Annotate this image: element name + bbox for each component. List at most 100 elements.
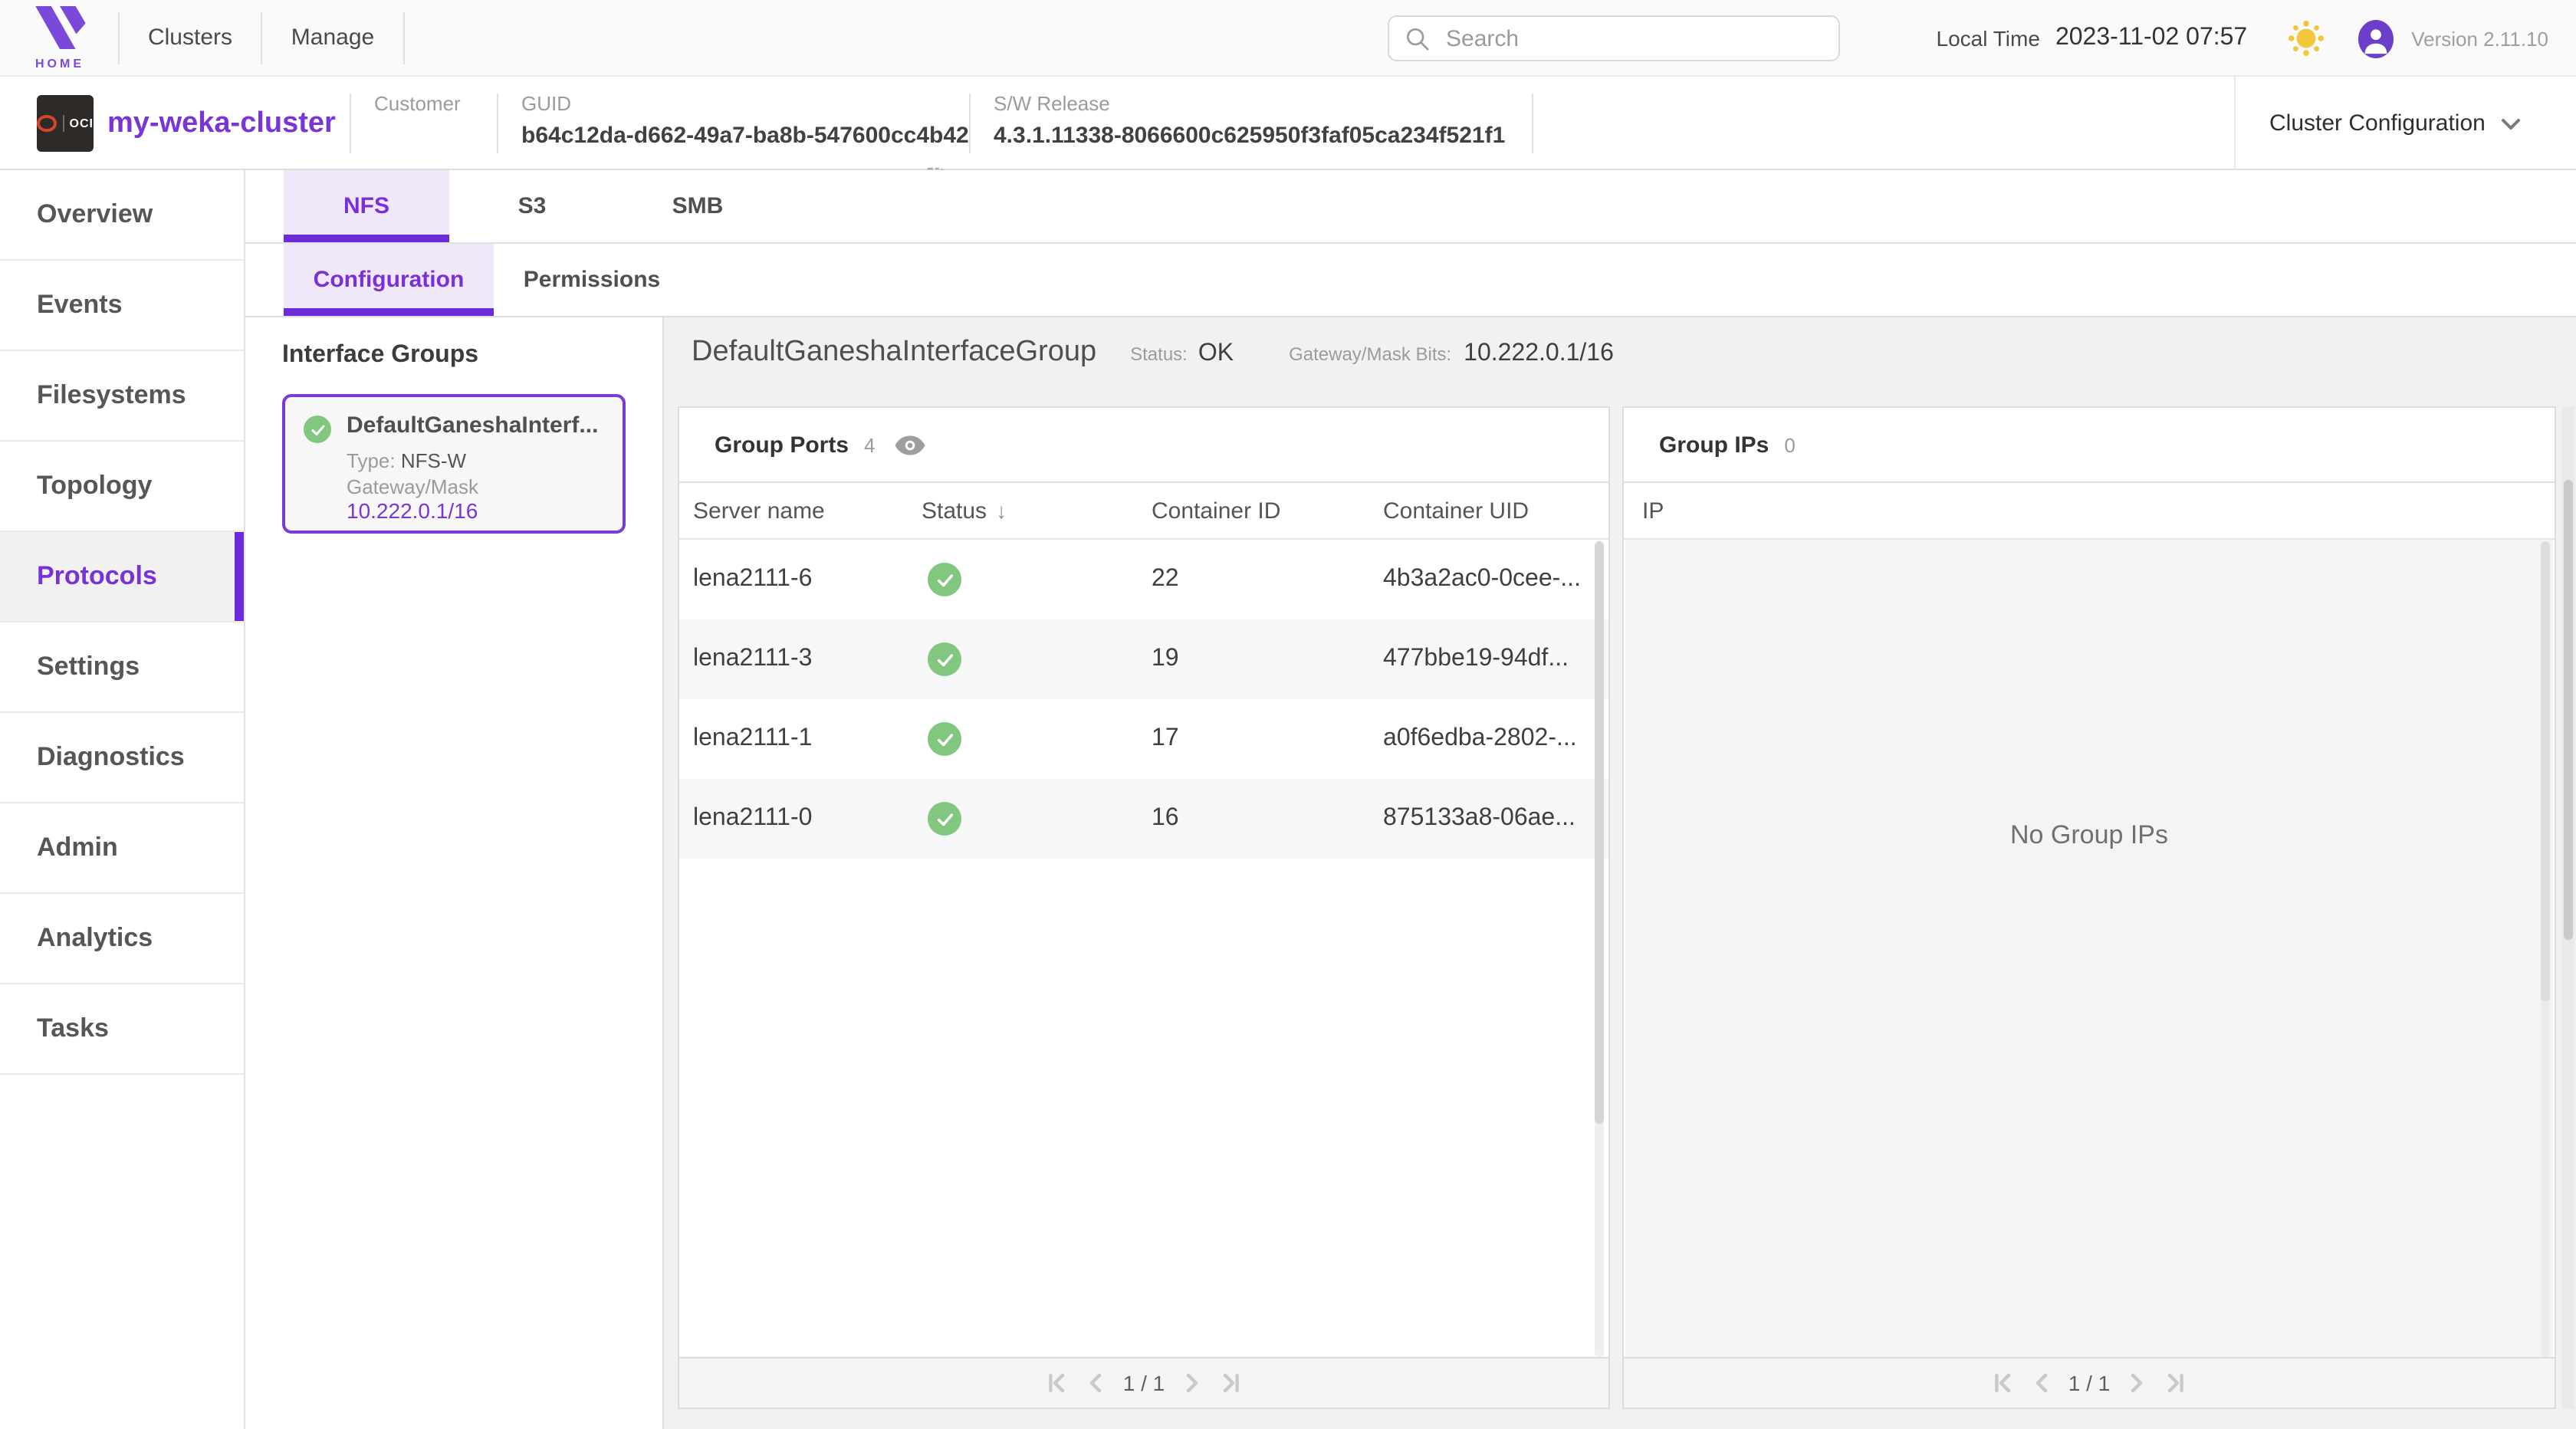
- oci-badge-label: OCI: [70, 117, 94, 130]
- gateway-mask-bits-value: 10.222.0.1/16: [1464, 340, 1614, 368]
- previous-page-button[interactable]: [1088, 1372, 1103, 1394]
- next-page-button[interactable]: [2130, 1372, 2145, 1394]
- gateway-mask-label: Gateway/Mask: [347, 475, 478, 498]
- table-row[interactable]: lena2111-1 17 a0f6edba-2802-...: [679, 699, 1608, 779]
- user-avatar-icon[interactable]: [2358, 19, 2393, 57]
- type-label: Type:: [347, 449, 396, 472]
- sidebar-item-topology[interactable]: Topology: [0, 442, 244, 532]
- nav-manage[interactable]: Manage: [262, 25, 403, 51]
- server-name-cell: lena2111-1: [693, 699, 812, 779]
- last-page-button[interactable]: [1220, 1372, 1241, 1394]
- sidebar-item-filesystems[interactable]: Filesystems: [0, 351, 244, 442]
- oci-cloud-badge: OCI: [37, 95, 94, 152]
- last-page-button[interactable]: [2165, 1372, 2187, 1394]
- table-row[interactable]: lena2111-0 16 875133a8-06ae...: [679, 779, 1608, 859]
- eye-icon[interactable]: [894, 433, 926, 456]
- local-time-value: 2023-11-02 07:57: [2055, 25, 2247, 52]
- sidebar-item-events[interactable]: Events: [0, 261, 244, 351]
- cluster-name[interactable]: my-weka-cluster: [107, 77, 336, 170]
- top-bar: HOME Clusters Manage Local Time 2023-11-…: [0, 0, 2576, 77]
- theme-sun-icon[interactable]: [2287, 20, 2324, 57]
- guid-label: GUID: [521, 92, 969, 115]
- local-time-label: Local Time: [1937, 26, 2040, 51]
- tab-s3[interactable]: S3: [449, 170, 615, 242]
- sidebar-item-overview[interactable]: Overview: [0, 170, 244, 261]
- column-status[interactable]: Status ↓: [922, 483, 1007, 538]
- search-icon: [1405, 25, 1431, 51]
- group-ports-count: 4: [864, 433, 875, 456]
- weka-logo-icon: [31, 5, 89, 56]
- container-id-cell: 17: [1152, 699, 1179, 779]
- column-container-uid[interactable]: Container UID: [1383, 483, 1529, 538]
- first-page-button[interactable]: [1992, 1372, 2013, 1394]
- tab-nfs[interactable]: NFS: [284, 170, 449, 242]
- table-row[interactable]: lena2111-3 19 477bbe19-94df...: [679, 619, 1608, 699]
- type-value: NFS-W: [401, 449, 466, 472]
- gateway-mask-value[interactable]: 10.222.0.1/16: [347, 498, 478, 523]
- table-scrollbar[interactable]: [2541, 541, 2550, 1357]
- tab-configuration[interactable]: Configuration: [284, 244, 494, 316]
- no-group-ips-text: No Group IPs: [1625, 820, 2553, 851]
- sw-release-value: 4.3.1.11338-8066600c625950f3faf05ca234f5…: [994, 123, 1505, 149]
- tab-permissions[interactable]: Permissions: [494, 244, 690, 316]
- first-page-button[interactable]: [1046, 1372, 1068, 1394]
- cluster-configuration-dropdown[interactable]: Cluster Configuration: [2269, 77, 2521, 170]
- divider: [969, 94, 971, 153]
- weka-home-logo[interactable]: HOME: [26, 5, 94, 70]
- interface-groups-panel: Interface Groups DefaultGaneshaInterf...…: [245, 317, 664, 1429]
- status-ok-icon: [928, 619, 961, 699]
- interface-group-name: DefaultGaneshaInterf...: [347, 412, 615, 439]
- page-scrollbar[interactable]: [2562, 406, 2574, 1409]
- sidebar-item-analytics[interactable]: Analytics: [0, 894, 244, 984]
- previous-page-button[interactable]: [2033, 1372, 2049, 1394]
- nfs-sub-tabs: Configuration Permissions: [245, 244, 2576, 317]
- container-uid-cell: 875133a8-06ae...: [1383, 779, 1576, 859]
- divider: [497, 94, 498, 153]
- interface-groups-title: Interface Groups: [282, 342, 478, 370]
- table-row[interactable]: lena2111-6 22 4b3a2ac0-0cee-...: [679, 540, 1608, 619]
- column-server-name[interactable]: Server name: [693, 483, 825, 538]
- sort-descending-icon: ↓: [996, 498, 1007, 523]
- status-label: Status:: [1130, 343, 1188, 365]
- group-ips-column-header: IP: [1624, 483, 2555, 540]
- group-ports-pagination: 1 / 1: [679, 1357, 1608, 1408]
- search-box[interactable]: [1388, 15, 1840, 61]
- status-ok-icon: [928, 699, 961, 779]
- tab-smb[interactable]: SMB: [615, 170, 780, 242]
- divider: [2234, 77, 2236, 170]
- table-scrollbar[interactable]: [1595, 541, 1604, 1357]
- chevron-down-icon: [2501, 117, 2521, 130]
- server-name-cell: lena2111-6: [693, 540, 812, 619]
- status-ok-icon: [928, 779, 961, 859]
- group-detail-title: DefaultGaneshaInterfaceGroup: [692, 336, 1096, 370]
- sidebar-item-tasks[interactable]: Tasks: [0, 984, 244, 1075]
- server-name-cell: lena2111-0: [693, 779, 812, 859]
- column-container-id[interactable]: Container ID: [1152, 483, 1280, 538]
- container-id-cell: 19: [1152, 619, 1179, 699]
- container-id-cell: 16: [1152, 779, 1179, 859]
- group-ips-panel: Group IPs 0 IP No Group IPs 1 / 1: [1622, 406, 2556, 1409]
- column-status-label: Status: [922, 498, 987, 524]
- sidebar-item-diagnostics[interactable]: Diagnostics: [0, 713, 244, 803]
- group-detail-header: DefaultGaneshaInterfaceGroup Status: OK …: [692, 336, 1614, 370]
- group-ports-column-header: Server name Status ↓ Container ID Contai…: [679, 483, 1608, 540]
- container-uid-cell: a0f6edba-2802-...: [1383, 699, 1577, 779]
- nav-clusters[interactable]: Clusters: [120, 25, 261, 51]
- sidebar-nav: Overview Events Filesystems Topology Pro…: [0, 170, 245, 1429]
- sidebar-item-protocols[interactable]: Protocols: [0, 532, 244, 623]
- sidebar-item-admin[interactable]: Admin: [0, 803, 244, 894]
- weka-gui: HOME Clusters Manage Local Time 2023-11-…: [0, 0, 2576, 1429]
- page-indicator: 1 / 1: [2068, 1371, 2111, 1395]
- logo-home-label: HOME: [35, 56, 84, 70]
- guid-value: b64c12da-d662-49a7-ba8b-547600cc4b42: [521, 123, 969, 149]
- search-input[interactable]: [1443, 24, 1817, 53]
- column-ip[interactable]: IP: [1642, 483, 1664, 538]
- sidebar-item-settings[interactable]: Settings: [0, 623, 244, 713]
- top-right-group: Local Time 2023-11-02 07:57: [1937, 0, 2548, 77]
- next-page-button[interactable]: [1184, 1372, 1200, 1394]
- container-id-cell: 22: [1152, 540, 1179, 619]
- status-ok-icon: [304, 416, 331, 443]
- group-ips-pagination: 1 / 1: [1624, 1357, 2555, 1408]
- container-uid-cell: 477bbe19-94df...: [1383, 619, 1569, 699]
- interface-group-card[interactable]: DefaultGaneshaInterf... Type: NFS-W Gate…: [282, 394, 626, 534]
